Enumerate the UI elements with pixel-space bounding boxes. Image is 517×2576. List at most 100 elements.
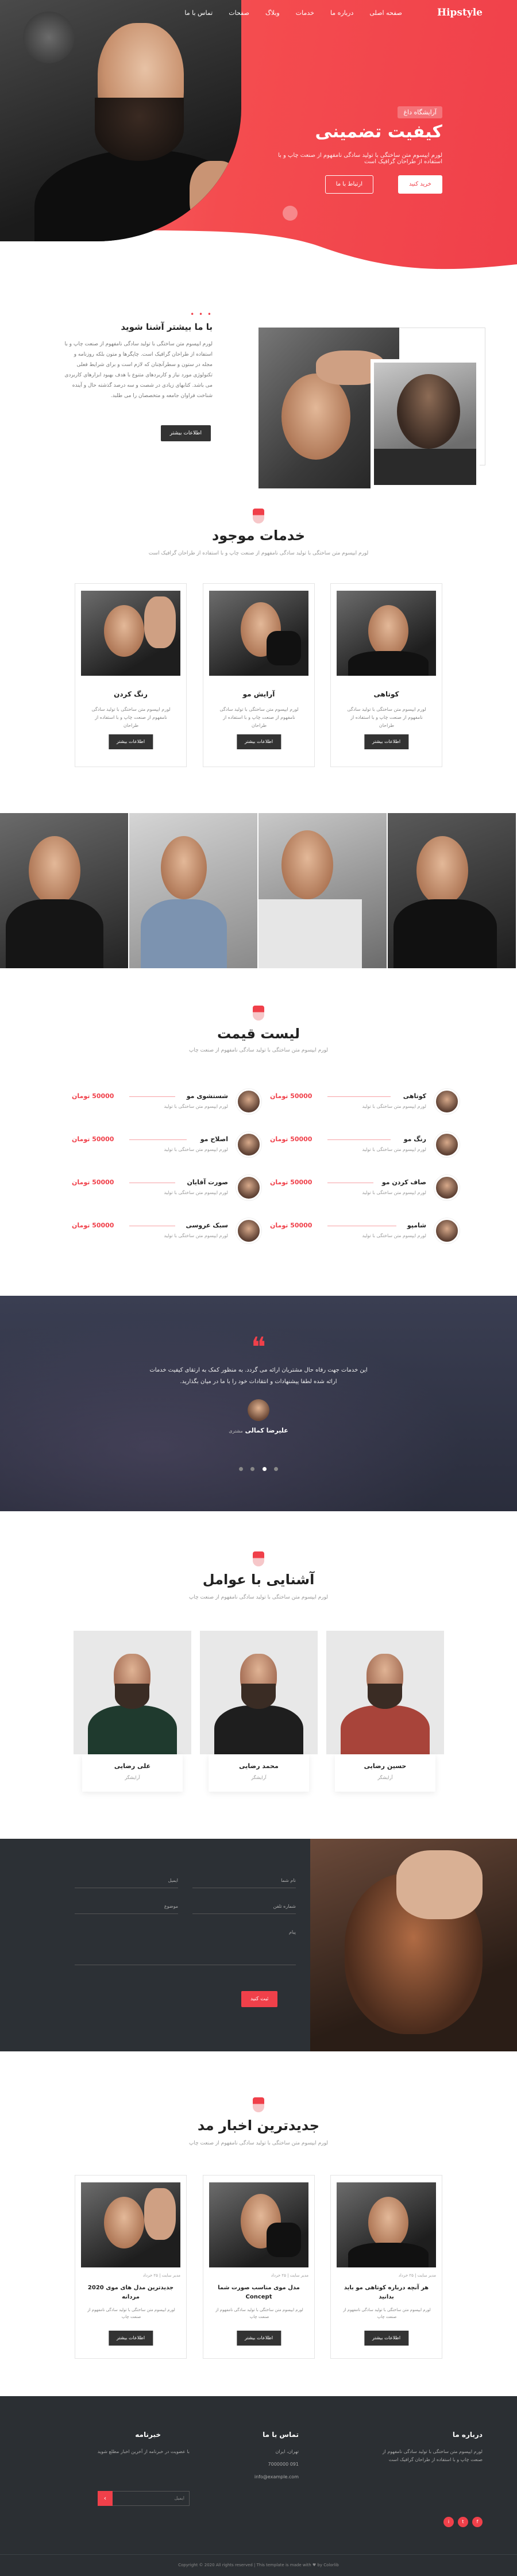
- service-more-button[interactable]: اطلاعات بیشتر: [236, 734, 281, 749]
- price-avatar: [236, 1218, 261, 1243]
- team-photo: [74, 1631, 191, 1754]
- team-member-role: آرایشگر: [125, 1775, 140, 1780]
- news-heading-icon: [253, 2097, 264, 2112]
- hero-subtitle: لورم ایپسوم متن ساختگی با تولید سادگی نا…: [277, 152, 442, 165]
- phone-field[interactable]: شماره تلفن: [192, 1899, 296, 1914]
- pagination-dot-active[interactable]: [262, 1467, 267, 1471]
- price-name: صاف کردن مو: [381, 1179, 426, 1186]
- team-card: حسین رضایی آرایشگر: [326, 1631, 444, 1792]
- news-more-button[interactable]: اطلاعات بیشتر: [364, 2331, 409, 2346]
- service-more-button[interactable]: اطلاعات بیشتر: [108, 734, 153, 749]
- team-member-role: آرایشگر: [251, 1775, 267, 1780]
- news-title[interactable]: مدل موی مناسب صورت شما Concept: [209, 2284, 308, 2302]
- instagram-icon[interactable]: i: [443, 2517, 454, 2527]
- team-subtitle: لورم ایپسوم متن ساختگی با تولید سادگی نا…: [188, 1595, 329, 1600]
- news-image[interactable]: [81, 2182, 180, 2267]
- service-desc: لورم ایپسوم متن ساختگی با تولید سادگی نا…: [219, 707, 299, 728]
- gallery-image[interactable]: [0, 813, 129, 968]
- news-title[interactable]: جدیدترین مدل های موی 2020 مردانه: [81, 2284, 180, 2302]
- service-image: [337, 591, 436, 676]
- nav-item-blog[interactable]: وبلاگ: [265, 9, 280, 17]
- team-title: آشنایی با عوامل: [202, 1572, 315, 1588]
- team-card: علی رضایی آرایشگر: [74, 1631, 191, 1792]
- nav-item-home[interactable]: صفحه اصلی: [369, 9, 402, 17]
- about-more-button[interactable]: اطلاعات بیشتر: [160, 425, 211, 441]
- price-name: کوتاهی: [403, 1092, 426, 1100]
- price-desc: لورم ایپسوم متن ساختگی با تولید: [164, 1233, 228, 1238]
- price-value: 50000 تومان: [270, 1222, 312, 1229]
- price-desc: لورم ایپسوم متن ساختگی با تولید: [164, 1190, 228, 1195]
- service-cape: [348, 651, 429, 676]
- service-name: آرایش مو: [242, 690, 275, 698]
- gallery-image[interactable]: [129, 813, 258, 968]
- gallery-face: [161, 836, 207, 899]
- price-item: رنگ مو 50000 تومان لورم ایپسوم متن ساختگ…: [270, 1132, 460, 1160]
- news-more-button[interactable]: اطلاعات بیشتر: [236, 2331, 281, 2346]
- hero-decor-circle-small: [233, 238, 241, 247]
- news-image[interactable]: [337, 2182, 436, 2267]
- price-item: شستشوی مو 50000 تومان لورم ایپسوم متن سا…: [72, 1089, 261, 1116]
- service-face: [104, 605, 144, 657]
- facebook-icon[interactable]: f: [472, 2517, 483, 2527]
- pagination-dot[interactable]: [250, 1467, 255, 1471]
- email-field[interactable]: ایمیل: [75, 1873, 178, 1888]
- pagination-dot[interactable]: [239, 1467, 244, 1471]
- news-hand: [144, 2188, 176, 2240]
- footer-email[interactable]: info@example.com: [254, 2473, 299, 2481]
- price-divider: [129, 1096, 175, 1097]
- price-value: 50000 تومان: [72, 1222, 114, 1229]
- gallery-image[interactable]: [258, 813, 388, 968]
- subject-field[interactable]: موضوع: [75, 1899, 178, 1914]
- price-desc: لورم ایپسوم متن ساختگی با تولید: [164, 1147, 228, 1152]
- twitter-icon[interactable]: t: [458, 2517, 468, 2527]
- testimonial-author-role: مشتری: [229, 1428, 243, 1434]
- hero-primary-button[interactable]: خرید کنید: [398, 175, 442, 194]
- news-desc: لورم ایپسوم متن ساختگی با تولید سادگی نا…: [343, 2308, 431, 2319]
- price-name: صورت آقایان: [187, 1179, 229, 1186]
- footer-about-title: درباره ما: [452, 2431, 483, 2439]
- gallery-image[interactable]: [388, 813, 517, 968]
- price-heading-icon: [253, 1006, 264, 1021]
- site-logo[interactable]: Hipstyle: [437, 7, 483, 18]
- price-name: سبک عروسی: [186, 1222, 228, 1229]
- contact-submit-button[interactable]: ثبت کنید: [241, 1991, 278, 2007]
- news-title[interactable]: هر آنچه درباره کوتاهی مو باید بدانید: [337, 2284, 436, 2302]
- price-avatar: [434, 1132, 460, 1157]
- nav-item-contact[interactable]: تماس با ما: [184, 9, 213, 17]
- message-field[interactable]: پیام: [75, 1925, 296, 1965]
- gallery-cape: [393, 899, 497, 968]
- service-glove: [267, 631, 301, 665]
- news-more-button[interactable]: اطلاعات بیشتر: [108, 2331, 153, 2346]
- services-title: خدمات موجود: [211, 527, 306, 544]
- team-heading-icon: [253, 1551, 264, 1566]
- testimonial-author-name: علیرضا کمالی: [245, 1427, 288, 1434]
- news-meta: مدیر سایت | ۲۵ خرداد: [398, 2273, 436, 2278]
- hero-secondary-button[interactable]: ارتباط با ما: [325, 175, 373, 194]
- footer-newsletter-title: خبرنامه: [135, 2431, 161, 2439]
- hero-tag: آرایشگاه داغ: [398, 106, 442, 118]
- nav-item-pages[interactable]: صفحات: [229, 9, 249, 17]
- news-image[interactable]: [209, 2182, 308, 2267]
- name-field[interactable]: نام شما: [192, 1873, 296, 1888]
- footer-divider: [0, 2554, 517, 2555]
- price-name: شامپو: [407, 1222, 426, 1229]
- price-value: 50000 تومان: [270, 1092, 312, 1100]
- about-face-image: [281, 373, 350, 460]
- price-item: صاف کردن مو 50000 تومان لورم ایپسوم متن …: [270, 1175, 460, 1203]
- newsletter-submit-button[interactable]: ›: [98, 2491, 113, 2506]
- price-desc: لورم ایپسوم متن ساختگی با تولید: [362, 1233, 426, 1238]
- contact-image: [310, 1839, 517, 2051]
- nav-item-services[interactable]: خدمات: [296, 9, 314, 17]
- nav-item-about[interactable]: درباره ما: [330, 9, 353, 17]
- service-image: [81, 591, 180, 676]
- about-cape-image: [374, 449, 476, 485]
- about-image-cut: [371, 359, 480, 488]
- service-more-button[interactable]: اطلاعات بیشتر: [364, 734, 409, 749]
- price-subtitle: لورم ایپسوم متن ساختگی با تولید سادگی نا…: [188, 1048, 329, 1053]
- team-shirt: [341, 1705, 430, 1754]
- pagination-dot[interactable]: [273, 1467, 278, 1471]
- gallery-face: [281, 830, 333, 899]
- team-member-name: علی رضایی: [114, 1762, 151, 1770]
- price-divider: [327, 1096, 391, 1097]
- price-desc: لورم ایپسوم متن ساختگی با تولید: [362, 1147, 426, 1152]
